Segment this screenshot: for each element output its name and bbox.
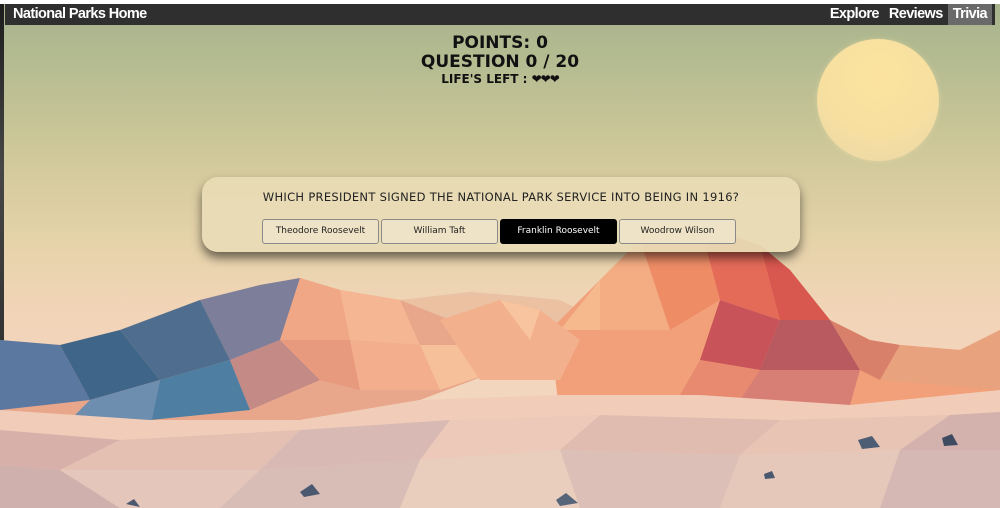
score-panel: POINTS: 0 QUESTION 0 / 20 LIFE'S LEFT : … <box>400 33 600 88</box>
top-navbar: National Parks Home Explore Reviews Triv… <box>5 4 995 25</box>
nav-links: Explore Reviews Trivia <box>825 4 992 25</box>
nav-explore-link[interactable]: Explore <box>825 4 884 25</box>
answer-option-william-taft[interactable]: William Taft <box>381 219 498 244</box>
trivia-page-background: National Parks Home Explore Reviews Triv… <box>0 0 1000 508</box>
answer-option-woodrow-wilson[interactable]: Woodrow Wilson <box>619 219 736 244</box>
answer-option-theodore-roosevelt[interactable]: Theodore Roosevelt <box>262 219 379 244</box>
nav-trivia-link[interactable]: Trivia <box>947 4 992 25</box>
points-counter: POINTS: 0 <box>452 33 548 53</box>
answer-option-franklin-roosevelt[interactable]: Franklin Roosevelt <box>500 219 617 244</box>
lives-label: LIFE'S LEFT : <box>441 72 532 86</box>
lives-indicator: LIFE'S LEFT : ❤❤❤ <box>400 71 600 88</box>
answer-options: Theodore Roosevelt William Taft Franklin… <box>262 219 736 244</box>
question-counter: QUESTION 0 / 20 <box>420 52 580 72</box>
nav-reviews-link[interactable]: Reviews <box>884 4 948 25</box>
question-text: WHICH PRESIDENT SIGNED THE NATIONAL PARK… <box>262 190 740 204</box>
brand-home-link[interactable]: National Parks Home <box>13 5 147 24</box>
heart-icons: ❤❤❤ <box>531 72 560 86</box>
question-card: WHICH PRESIDENT SIGNED THE NATIONAL PARK… <box>202 177 800 252</box>
